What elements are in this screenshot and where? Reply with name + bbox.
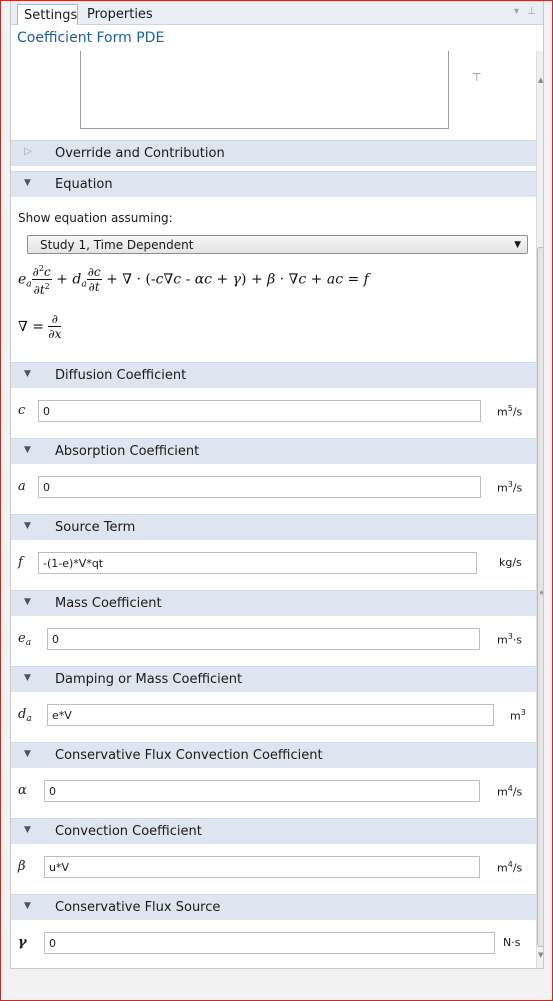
mass-unit: m3·s bbox=[497, 632, 523, 647]
tab-properties[interactable]: Properties bbox=[81, 4, 166, 25]
section-label: Conservative Flux Source bbox=[55, 900, 221, 915]
section-expanded-icon: ▼ bbox=[24, 901, 31, 911]
damping-symbol: da bbox=[18, 707, 32, 724]
section-label: Equation bbox=[55, 177, 113, 192]
section-override-contribution[interactable]: ▷ Override and Contribution bbox=[11, 140, 536, 166]
settings-content: ⊤ ▷ Override and Contribution ▼ Equation… bbox=[11, 51, 536, 968]
grip-icon: ≡ bbox=[539, 588, 543, 597]
beta-row: β u*V m4/s bbox=[11, 852, 536, 882]
section-label: Damping or Mass Coefficient bbox=[55, 672, 243, 687]
absorption-row: a 0 m3/s bbox=[11, 472, 536, 502]
section-conservative-flux-convection[interactable]: ▼ Conservative Flux Convection Coefficie… bbox=[11, 742, 536, 768]
alpha-symbol: α bbox=[18, 783, 27, 798]
gamma-unit: N·s bbox=[503, 936, 521, 949]
alpha-coefficient-input[interactable]: 0 bbox=[44, 780, 480, 802]
section-expanded-icon: ▼ bbox=[24, 673, 31, 683]
study-select[interactable]: Study 1, Time Dependent ▼ bbox=[27, 235, 528, 254]
node-title: Coefficient Form PDE bbox=[17, 30, 165, 46]
section-collapsed-icon: ▷ bbox=[24, 146, 32, 157]
beta-symbol: β bbox=[18, 859, 26, 874]
section-expanded-icon: ▼ bbox=[24, 369, 31, 379]
diffusion-row: c 0 m5/s bbox=[11, 396, 536, 426]
mass-row: ea 0 m3·s bbox=[11, 624, 536, 654]
section-expanded-icon: ▼ bbox=[24, 521, 31, 531]
study-select-value: Study 1, Time Dependent bbox=[40, 238, 194, 252]
section-label: Override and Contribution bbox=[55, 146, 225, 161]
show-equation-label: Show equation assuming: bbox=[18, 211, 173, 225]
source-unit: kg/s bbox=[499, 556, 522, 569]
section-label: Conservative Flux Convection Coefficient bbox=[55, 748, 323, 763]
section-damping-mass-coefficient[interactable]: ▼ Damping or Mass Coefficient bbox=[11, 666, 536, 692]
diffusion-coefficient-input[interactable]: 0 bbox=[38, 400, 481, 422]
source-row: f -(1-e)*V*qt kg/s bbox=[11, 548, 536, 578]
section-source-term[interactable]: ▼ Source Term bbox=[11, 514, 536, 540]
section-expanded-icon: ▼ bbox=[24, 597, 31, 607]
pin-icon[interactable]: ⊤ bbox=[472, 71, 482, 84]
section-expanded-icon: ▼ bbox=[24, 825, 31, 835]
gamma-coefficient-input[interactable]: 0 bbox=[44, 932, 495, 954]
gamma-symbol: γ bbox=[18, 935, 27, 950]
vertical-scrollbar[interactable]: ▲ ≡ ▼ bbox=[536, 51, 543, 968]
dropdown-caret-icon: ▼ bbox=[514, 240, 521, 250]
damping-unit: m3 bbox=[510, 708, 526, 723]
source-symbol: f bbox=[18, 555, 23, 570]
damping-row: da e*V m3 bbox=[11, 700, 536, 730]
absorption-symbol: a bbox=[18, 479, 26, 494]
absorption-coefficient-input[interactable]: 0 bbox=[38, 476, 481, 498]
diffusion-symbol: c bbox=[18, 403, 26, 418]
section-diffusion-coefficient[interactable]: ▼ Diffusion Coefficient bbox=[11, 362, 536, 388]
section-label: Diffusion Coefficient bbox=[55, 368, 187, 383]
settings-panel: Settings Properties ▾ ⊥ Coefficient Form… bbox=[10, 1, 544, 969]
tab-settings[interactable]: Settings bbox=[17, 4, 78, 25]
beta-coefficient-input[interactable]: u*V bbox=[44, 856, 480, 878]
alpha-unit: m4/s bbox=[497, 784, 523, 799]
absorption-unit: m3/s bbox=[497, 480, 523, 495]
panel-pin-icon[interactable]: ⊥ bbox=[527, 6, 536, 17]
window-frame: Settings Properties ▾ ⊥ Coefficient Form… bbox=[0, 0, 553, 1001]
section-expanded-icon: ▼ bbox=[24, 749, 31, 759]
alpha-row: α 0 m4/s bbox=[11, 776, 536, 806]
scrollbar-thumb[interactable]: ≡ bbox=[537, 247, 543, 947]
description-textbox[interactable] bbox=[80, 51, 449, 129]
gamma-row: γ 0 N·s bbox=[11, 928, 536, 958]
diffusion-unit: m5/s bbox=[497, 404, 523, 419]
scroll-up-icon[interactable]: ▲ bbox=[538, 76, 543, 84]
section-label: Absorption Coefficient bbox=[55, 444, 200, 459]
panel-menu-icon[interactable]: ▾ bbox=[514, 6, 519, 17]
damping-coefficient-input[interactable]: e*V bbox=[47, 704, 494, 726]
scroll-down-icon[interactable]: ▼ bbox=[538, 951, 543, 959]
source-term-input[interactable]: -(1-e)*V*qt bbox=[38, 552, 477, 574]
mass-symbol: ea bbox=[18, 631, 32, 648]
section-mass-coefficient[interactable]: ▼ Mass Coefficient bbox=[11, 590, 536, 616]
beta-unit: m4/s bbox=[497, 860, 523, 875]
pde-equation: ea ∂2c ∂t2 + da ∂c ∂t + ∇ · (-c∇c - αc + γ) … bbox=[18, 264, 369, 297]
section-label: Mass Coefficient bbox=[55, 596, 162, 611]
section-conservative-flux-source[interactable]: ▼ Conservative Flux Source bbox=[11, 894, 536, 920]
section-label: Source Term bbox=[55, 520, 136, 535]
section-convection-coefficient[interactable]: ▼ Convection Coefficient bbox=[11, 818, 536, 844]
tab-bar: Settings Properties ▾ ⊥ bbox=[11, 1, 543, 25]
section-equation[interactable]: ▼ Equation bbox=[11, 171, 536, 197]
section-expanded-icon: ▼ bbox=[24, 445, 31, 455]
nabla-definition: ∇ = ∂ ∂x bbox=[18, 312, 62, 341]
section-label: Convection Coefficient bbox=[55, 824, 202, 839]
section-expanded-icon: ▼ bbox=[24, 178, 31, 188]
section-absorption-coefficient[interactable]: ▼ Absorption Coefficient bbox=[11, 438, 536, 464]
mass-coefficient-input[interactable]: 0 bbox=[47, 628, 480, 650]
